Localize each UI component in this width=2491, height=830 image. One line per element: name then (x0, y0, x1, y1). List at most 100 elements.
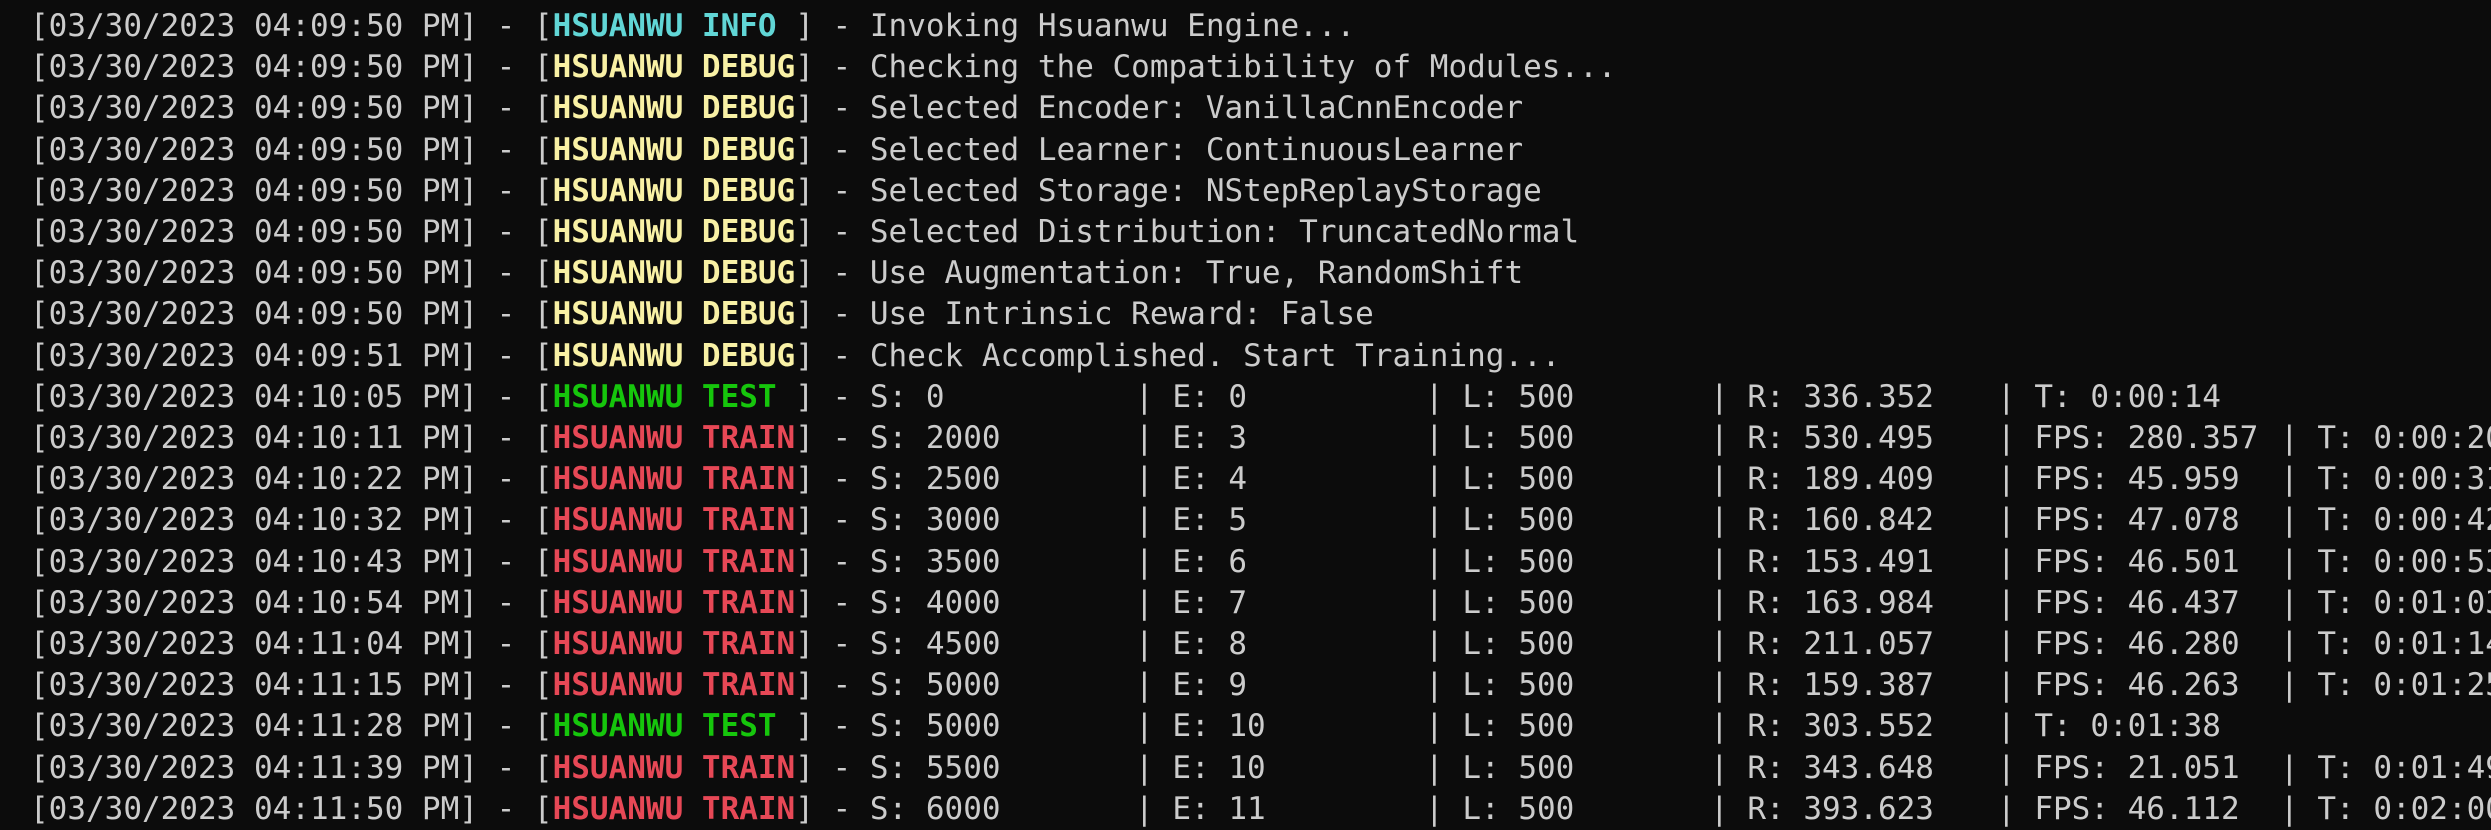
log-step: ] - S: 4000 (795, 584, 1001, 621)
log-prefix: [03/30/2023 04:10:11 PM] - [HSUANWU TRAI… (30, 418, 1001, 459)
log-level-tag: HSUANWU TRAIN (552, 749, 796, 786)
log-line: [03/30/2023 04:10:32 PM] - [HSUANWU TRAI… (30, 500, 2491, 541)
log-prefix: [03/30/2023 04:11:39 PM] - [HSUANWU TRAI… (30, 748, 1001, 789)
log-line: [03/30/2023 04:10:22 PM] - [HSUANWU TRAI… (30, 459, 2491, 500)
log-level-tag: HSUANWU TRAIN (552, 461, 796, 498)
log-metric-5: | FPS: 46.280 (1997, 626, 2240, 662)
log-timestamp: [03/30/2023 04:09:50 PM] - [ (30, 255, 553, 292)
log-level-tag: HSUANWU DEBUG (552, 255, 796, 292)
log-metric-5: | FPS: 45.959 (1997, 461, 2240, 498)
log-message: ] - Checking the Compatibility of Module… (795, 49, 1617, 86)
log-message: ] - Use Augmentation: True, RandomShift (795, 255, 1524, 292)
log-level-tag: HSUANWU DEBUG (552, 49, 796, 86)
log-timestamp: [03/30/2023 04:09:50 PM] - [ (30, 296, 553, 333)
log-reward: | R: 163.984 (1710, 584, 1934, 621)
log-metric-5: | FPS: 46.112 (1997, 790, 2240, 827)
log-reward: | R: 153.491 (1710, 543, 1934, 580)
log-episode: | E: 10 (1135, 749, 1266, 786)
log-message: ] - Invoking Hsuanwu Engine... (795, 8, 1356, 44)
log-line: [03/30/2023 04:09:51 PM] - [HSUANWU DEBU… (30, 336, 1560, 377)
log-timestamp: [03/30/2023 04:09:50 PM] - [ (30, 90, 553, 127)
log-episode: | E: 5 (1135, 502, 1247, 539)
log-metric-5: | T: 0:01:38 (1997, 708, 2221, 745)
log-line: [03/30/2023 04:09:50 PM] - [HSUANWU DEBU… (30, 171, 1542, 212)
log-level-tag: HSUANWU DEBUG (552, 172, 796, 209)
log-message: ] - Selected Storage: NStepReplayStorage (795, 172, 1542, 209)
log-level-tag: HSUANWU DEBUG (552, 214, 796, 250)
log-metric-6: | T: 0:02:00 (2280, 790, 2491, 827)
log-metric-6: | T: 0:01:03 (2280, 584, 2491, 621)
log-line: [03/30/2023 04:11:04 PM] - [HSUANWU TRAI… (30, 624, 2491, 665)
log-metric-6: | T: 0:01:25 (2280, 667, 2491, 704)
log-length: | L: 500 (1425, 708, 1575, 745)
log-reward: | R: 159.387 (1710, 667, 1934, 704)
log-line: [03/30/2023 04:09:50 PM] - [HSUANWU DEBU… (30, 212, 1579, 253)
log-line: [03/30/2023 04:09:50 PM] - [HSUANWU DEBU… (30, 88, 1523, 129)
log-metric-6: | T: 0:01:49 (2280, 749, 2491, 786)
log-step: ] - S: 2500 (795, 461, 1001, 498)
log-line: [03/30/2023 04:10:54 PM] - [HSUANWU TRAI… (30, 583, 2491, 624)
log-line: [03/30/2023 04:09:50 PM] - [HSUANWU DEBU… (30, 294, 1374, 335)
log-reward: | R: 393.623 (1710, 790, 1934, 827)
log-step: ] - S: 3500 (795, 543, 1001, 580)
log-timestamp: [03/30/2023 04:10:32 PM] - [ (30, 502, 553, 539)
log-timestamp: [03/30/2023 04:10:05 PM] - [ (30, 378, 553, 415)
log-step: ] - S: 0 (795, 378, 945, 415)
log-metric-6: | T: 0:00:53 (2280, 543, 2491, 580)
log-prefix: [03/30/2023 04:11:50 PM] - [HSUANWU TRAI… (30, 789, 1001, 830)
log-length: | L: 500 (1425, 626, 1575, 662)
log-timestamp: [03/30/2023 04:11:39 PM] - [ (30, 749, 553, 786)
log-prefix: [03/30/2023 04:10:43 PM] - [HSUANWU TRAI… (30, 542, 1001, 583)
log-metric-5: | FPS: 46.501 (1997, 543, 2240, 580)
log-level-tag: HSUANWU TEST (552, 378, 796, 415)
log-reward: | R: 343.648 (1710, 749, 1934, 786)
log-metric-5: | FPS: 46.263 (1997, 667, 2240, 704)
log-line: [03/30/2023 04:10:43 PM] - [HSUANWU TRAI… (30, 542, 2491, 583)
log-level-tag: HSUANWU INFO (552, 8, 796, 44)
log-message: ] - Check Accomplished. Start Training..… (795, 337, 1561, 374)
log-level-tag: HSUANWU TRAIN (552, 790, 796, 827)
log-metric-6: | T: 0:01:14 (2280, 626, 2491, 662)
log-episode: | E: 9 (1135, 667, 1247, 704)
log-line: [03/30/2023 04:11:28 PM] - [HSUANWU TEST… (30, 706, 2470, 747)
log-step: ] - S: 5500 (795, 749, 1001, 786)
log-level-tag: HSUANWU DEBUG (552, 337, 796, 374)
log-prefix: [03/30/2023 04:11:15 PM] - [HSUANWU TRAI… (30, 665, 1001, 706)
log-line: [03/30/2023 04:11:39 PM] - [HSUANWU TRAI… (30, 748, 2491, 789)
log-step: ] - S: 4500 (795, 626, 1001, 662)
log-length: | L: 500 (1425, 502, 1575, 539)
log-level-tag: HSUANWU TRAIN (552, 584, 796, 621)
log-reward: | R: 303.552 (1710, 708, 1934, 745)
log-episode: | E: 0 (1135, 378, 1247, 415)
log-prefix: [03/30/2023 04:11:28 PM] - [HSUANWU TEST… (30, 706, 1001, 747)
log-metric-5: | FPS: 280.357 (1997, 420, 2259, 456)
log-message: ] - Use Intrinsic Reward: False (795, 296, 1374, 333)
log-timestamp: [03/30/2023 04:09:50 PM] - [ (30, 8, 553, 44)
log-step: ] - S: 5000 (795, 667, 1001, 704)
log-timestamp: [03/30/2023 04:11:04 PM] - [ (30, 626, 553, 662)
log-metric-5: | FPS: 47.078 (1997, 502, 2240, 539)
log-metric-5: | FPS: 46.437 (1997, 584, 2240, 621)
log-prefix: [03/30/2023 04:10:22 PM] - [HSUANWU TRAI… (30, 459, 1001, 500)
log-message: ] - Selected Distribution: TruncatedNorm… (795, 214, 1580, 250)
log-timestamp: [03/30/2023 04:09:51 PM] - [ (30, 337, 553, 374)
log-line: [03/30/2023 04:10:11 PM] - [HSUANWU TRAI… (30, 418, 2491, 459)
log-step: ] - S: 3000 (795, 502, 1001, 539)
log-episode: | E: 4 (1135, 461, 1247, 498)
log-timestamp: [03/30/2023 04:10:22 PM] - [ (30, 461, 553, 498)
log-length: | L: 500 (1425, 461, 1575, 498)
log-episode: | E: 10 (1135, 708, 1266, 745)
log-line: [03/30/2023 04:09:50 PM] - [HSUANWU DEBU… (30, 47, 1616, 88)
log-line: [03/30/2023 04:10:05 PM] - [HSUANWU TEST… (30, 377, 2470, 418)
log-timestamp: [03/30/2023 04:09:50 PM] - [ (30, 131, 553, 168)
log-metric-6: | T: 0:00:42 (2280, 502, 2491, 539)
log-level-tag: HSUANWU TEST (552, 708, 796, 745)
log-level-tag: HSUANWU DEBUG (552, 296, 796, 333)
log-step: ] - S: 2000 (795, 420, 1001, 456)
log-metric-5: | FPS: 21.051 (1997, 749, 2240, 786)
log-reward: | R: 189.409 (1710, 461, 1934, 498)
log-prefix: [03/30/2023 04:10:54 PM] - [HSUANWU TRAI… (30, 583, 1001, 624)
log-level-tag: HSUANWU DEBUG (552, 90, 796, 127)
log-message: ] - Selected Encoder: VanillaCnnEncoder (795, 90, 1524, 127)
log-line: [03/30/2023 04:09:50 PM] - [HSUANWU DEBU… (30, 253, 1523, 294)
